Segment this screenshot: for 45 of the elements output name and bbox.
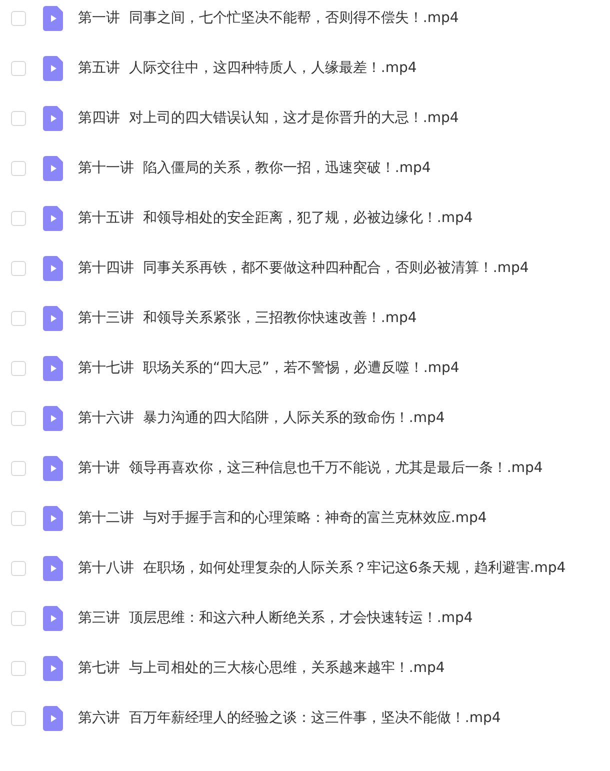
checkbox[interactable] bbox=[11, 110, 26, 126]
file-name[interactable]: 第十五讲 和领导相处的安全距离，犯了规，必被边缘化！.mp4 bbox=[78, 209, 473, 227]
file-name[interactable]: 第十三讲 和领导关系紧张，三招教你快速改善！.mp4 bbox=[78, 309, 417, 327]
file-name[interactable]: 第六讲 百万年薪经理人的经验之谈：这三件事，坚决不能做！.mp4 bbox=[78, 709, 501, 727]
video-file-icon bbox=[43, 256, 63, 280]
checkbox[interactable] bbox=[11, 310, 26, 326]
checkbox[interactable] bbox=[11, 210, 26, 226]
video-file-icon bbox=[43, 706, 63, 730]
checkbox[interactable] bbox=[11, 710, 26, 726]
file-name[interactable]: 第十二讲 与对手握手言和的心理策略：神奇的富兰克林效应.mp4 bbox=[78, 509, 487, 527]
checkbox[interactable] bbox=[11, 360, 26, 376]
video-file-icon bbox=[43, 156, 63, 180]
file-name[interactable]: 第三讲 顶层思维：和这六种人断绝关系，才会快速转运！.mp4 bbox=[78, 609, 473, 627]
video-file-icon bbox=[43, 606, 63, 630]
video-file-icon bbox=[43, 456, 63, 480]
video-file-icon bbox=[43, 556, 63, 580]
checkbox[interactable] bbox=[11, 260, 26, 276]
video-file-icon bbox=[43, 306, 63, 330]
file-name[interactable]: 第十讲 领导再喜欢你，这三种信息也千万不能说，尤其是最后一条！.mp4 bbox=[78, 459, 543, 477]
file-name[interactable]: 第四讲 对上司的四大错误认知，这才是你晋升的大忌！.mp4 bbox=[78, 109, 459, 127]
checkbox[interactable] bbox=[11, 160, 26, 176]
video-file-icon bbox=[43, 6, 63, 30]
checkbox[interactable] bbox=[11, 610, 26, 626]
file-name[interactable]: 第五讲 人际交往中，这四种特质人，人缘最差！.mp4 bbox=[78, 59, 417, 77]
file-name[interactable]: 第十一讲 陷入僵局的关系，教你一招，迅速突破！.mp4 bbox=[78, 159, 431, 177]
file-name[interactable]: 第十六讲 暴力沟通的四大陷阱，人际关系的致命伤！.mp4 bbox=[78, 409, 445, 427]
video-file-icon bbox=[43, 506, 63, 530]
file-name[interactable]: 第十八讲 在职场，如何处理复杂的人际关系？牢记这6条天规，趋利避害.mp4 bbox=[78, 559, 566, 577]
checkbox[interactable] bbox=[11, 660, 26, 676]
file-name[interactable]: 第一讲 同事之间，七个忙坚决不能帮，否则得不偿失！.mp4 bbox=[78, 9, 459, 27]
file-name[interactable]: 第十四讲 同事关系再铁，都不要做这种四种配合，否则必被清算！.mp4 bbox=[78, 259, 529, 277]
file-name[interactable]: 第七讲 与上司相处的三大核心思维，关系越来越牢！.mp4 bbox=[78, 659, 445, 677]
video-file-icon bbox=[43, 356, 63, 380]
video-file-icon bbox=[43, 406, 63, 430]
video-file-icon bbox=[43, 206, 63, 230]
checkbox[interactable] bbox=[11, 10, 26, 26]
video-file-icon bbox=[43, 56, 63, 80]
checkbox[interactable] bbox=[11, 410, 26, 426]
video-file-icon bbox=[43, 106, 63, 130]
video-file-icon bbox=[43, 656, 63, 680]
file-name[interactable]: 第十七讲 职场关系的“四大忌”，若不警惕，必遭反噬！.mp4 bbox=[78, 359, 460, 377]
checkbox[interactable] bbox=[11, 510, 26, 526]
checkbox[interactable] bbox=[11, 460, 26, 476]
checkbox[interactable] bbox=[11, 60, 26, 76]
checkbox[interactable] bbox=[11, 560, 26, 576]
